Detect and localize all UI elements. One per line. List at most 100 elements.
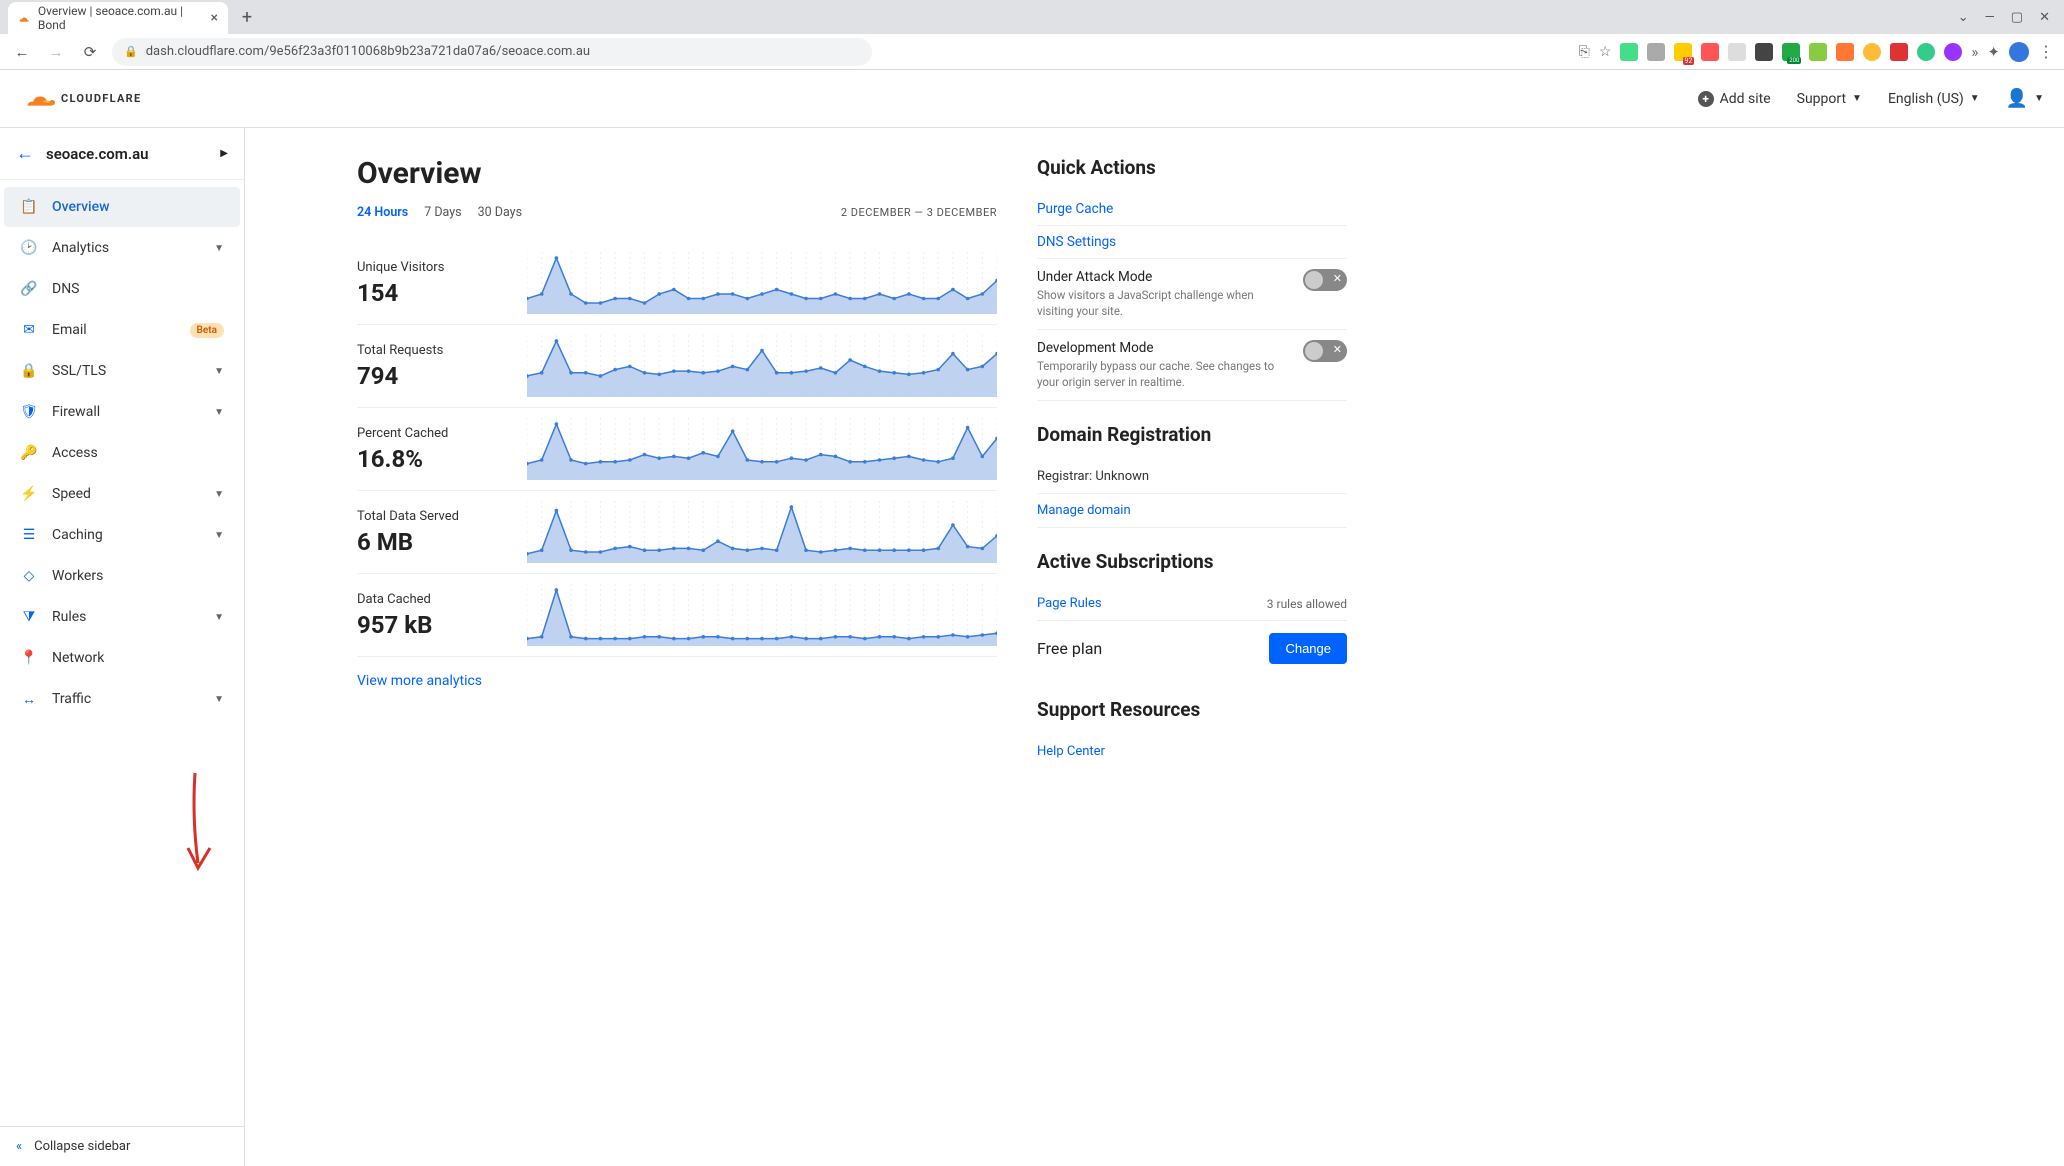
clock-icon: 🕑 (20, 239, 38, 257)
collapse-sidebar-button[interactable]: « Collapse sidebar (0, 1126, 244, 1166)
manage-domain-link[interactable]: Manage domain (1037, 503, 1131, 518)
user-menu[interactable]: 👤 ▼ (2006, 88, 2044, 109)
page-rules-note: 3 rules allowed (1267, 597, 1347, 611)
nav-label: Caching (52, 527, 200, 543)
sidebar-item-caching[interactable]: ☰ Caching ▼ (4, 515, 240, 555)
chrome-close-icon[interactable]: ✕ (2039, 10, 2050, 25)
ext-icon-13[interactable] (1944, 43, 1962, 61)
ext-icon-5[interactable] (1728, 43, 1746, 61)
ext-overflow-icon[interactable]: » (1971, 43, 1978, 61)
ext-icon-2[interactable] (1647, 43, 1665, 61)
nav-label: Traffic (52, 691, 200, 707)
clipboard-icon: 📋 (20, 198, 38, 216)
toggle-x-icon: ✕ (1333, 343, 1342, 356)
site-selector[interactable]: ← seoace.com.au ▶ (0, 128, 244, 180)
metric-value: 957 kB (357, 611, 527, 639)
cloudflare-logo-icon (20, 88, 60, 110)
sidebar-item-overview[interactable]: 📋 Overview (4, 187, 240, 227)
change-plan-button[interactable]: Change (1269, 633, 1347, 664)
active-subscriptions-title: Active Subscriptions (1037, 550, 1347, 573)
nav-label: Workers (52, 568, 224, 584)
chrome-minimize-icon[interactable]: — (1985, 10, 1995, 25)
toggle-switch[interactable]: ✕ (1303, 269, 1347, 291)
language-dropdown[interactable]: English (US) ▼ (1888, 91, 1980, 107)
sidebar-item-traffic[interactable]: ↔ Traffic ▼ (4, 679, 240, 719)
mail-icon: ✉ (20, 321, 38, 339)
ext-icon-10[interactable] (1863, 43, 1881, 61)
language-label: English (US) (1888, 91, 1964, 107)
ext-icon-8[interactable] (1809, 43, 1827, 61)
cloudflare-logo[interactable]: CLOUDFLARE (20, 88, 142, 110)
metric-label: Total Requests (357, 343, 527, 358)
sidebar-item-analytics[interactable]: 🕑 Analytics ▼ (4, 228, 240, 268)
toggle-knob (1305, 342, 1323, 360)
ext-icon-9[interactable] (1836, 43, 1854, 61)
range-tab-24hours[interactable]: 24 Hours (357, 205, 408, 220)
quick-action-purge-cache[interactable]: Purge Cache (1037, 193, 1347, 226)
sidebar-item-workers[interactable]: ◇ Workers (4, 556, 240, 596)
ext-icon-7[interactable]: 200 (1782, 43, 1800, 61)
support-dropdown[interactable]: Support ▼ (1797, 91, 1862, 107)
browser-tab[interactable]: Overview | seoace.com.au | Bond × (8, 2, 228, 34)
new-tab-button[interactable]: + (234, 4, 260, 30)
logo-text: CLOUDFLARE (61, 92, 142, 105)
tab-close-icon[interactable]: × (211, 10, 218, 26)
metric-value: 16.8% (357, 445, 527, 473)
ext-icon-1[interactable] (1620, 43, 1638, 61)
mode-desc: Temporarily bypass our cache. See change… (1037, 359, 1291, 390)
ext-icon-11[interactable] (1890, 43, 1908, 61)
range-tab-7days[interactable]: 7 Days (424, 205, 461, 220)
main-content: Overview 24 Hours7 Days30 Days 2 DECEMBE… (245, 128, 2064, 1166)
view-more-analytics-link[interactable]: View more analytics (357, 673, 482, 689)
plan-label: Free plan (1037, 639, 1102, 658)
chrome-menu-icon[interactable]: ⋮ (2038, 42, 2054, 61)
date-range-label: 2 DECEMBER — 3 DECEMBER (841, 206, 997, 219)
hex-icon: ◇ (20, 567, 38, 585)
back-button[interactable]: ← (10, 40, 34, 64)
collapse-icon: « (16, 1139, 22, 1154)
chevron-down-icon: ▼ (214, 694, 224, 705)
registrar-line: Registrar: Unknown (1037, 460, 1347, 494)
sidebar-item-email[interactable]: ✉ Email Beta (4, 310, 240, 350)
sidebar-item-access[interactable]: 🔑 Access (4, 433, 240, 473)
mode-development-mode: Development Mode Temporarily bypass our … (1037, 330, 1347, 401)
metric-label: Percent Cached (357, 426, 527, 441)
lock-icon: 🔒 (124, 45, 138, 58)
caret-down-icon: ▼ (1852, 93, 1862, 104)
reload-button[interactable]: ⟳ (78, 40, 102, 64)
ext-icon-3[interactable]: 92 (1674, 43, 1692, 61)
toggle-knob (1305, 271, 1323, 289)
nav-label: Access (52, 445, 224, 461)
help-center-link[interactable]: Help Center (1037, 744, 1105, 759)
star-icon[interactable]: ☆ (1599, 44, 1612, 60)
chrome-maximize-icon[interactable]: ▢ (2011, 10, 2023, 25)
ext-icon-12[interactable] (1917, 43, 1935, 61)
range-tab-30days[interactable]: 30 Days (478, 205, 522, 220)
sidebar-item-dns[interactable]: 🔗 DNS (4, 269, 240, 309)
plus-circle-icon: + (1698, 91, 1714, 107)
page-rules-link[interactable]: Page Rules (1037, 596, 1102, 611)
back-arrow-icon: ← (16, 143, 34, 164)
ext-icon-6[interactable] (1755, 43, 1773, 61)
profile-avatar-icon[interactable] (2009, 42, 2029, 62)
forward-button[interactable]: → (44, 40, 68, 64)
ext-icon-4[interactable] (1701, 43, 1719, 61)
sidebar-item-ssltls[interactable]: 🔒 SSL/TLS ▼ (4, 351, 240, 391)
metric-label: Total Data Served (357, 509, 527, 524)
chrome-dropdown-icon[interactable]: ⌄ (1958, 10, 1969, 25)
chevron-down-icon: ▼ (214, 407, 224, 418)
add-site-button[interactable]: + Add site (1698, 91, 1771, 107)
address-bar[interactable]: 🔒 dash.cloudflare.com/9e56f23a3f0110068b… (112, 38, 872, 66)
sidebar-item-firewall[interactable]: 🛡 Firewall ▼ (4, 392, 240, 432)
sidebar-item-speed[interactable]: ⚡ Speed ▼ (4, 474, 240, 514)
quick-action-dns-settings[interactable]: DNS Settings (1037, 226, 1347, 259)
shield-icon: 🛡 (20, 403, 38, 421)
install-icon[interactable]: ⎘ (1579, 44, 1590, 60)
time-range-row: 24 Hours 7 Days 30 Days 2 DECEMBER — 3 DEC… (357, 205, 997, 220)
sidebar-item-network[interactable]: 📍 Network (4, 638, 240, 678)
metric-value: 154 (357, 279, 527, 307)
sidebar-item-rules[interactable]: ⧩ Rules ▼ (4, 597, 240, 637)
chevron-down-icon: ▼ (214, 489, 224, 500)
toggle-switch[interactable]: ✕ (1303, 340, 1347, 362)
ext-puzzle-icon[interactable]: ✦ (1987, 43, 2000, 61)
